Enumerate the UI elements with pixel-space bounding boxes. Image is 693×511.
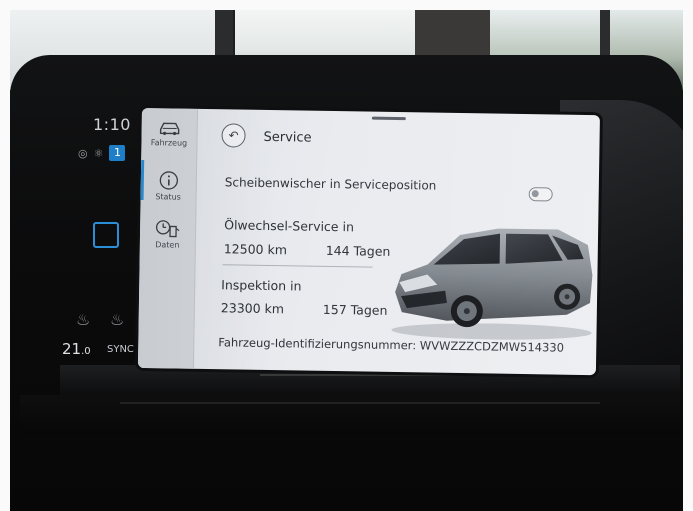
climate-strip: 1:10 ◎ ⚛ 1 ♨ ♨ 21.0 SYNC [60, 112, 145, 367]
page-title: Service [263, 129, 312, 146]
back-button[interactable]: ↶ [221, 123, 246, 148]
wiper-service-toggle[interactable] [528, 187, 553, 202]
sidebar-item-label: Daten [155, 240, 180, 250]
clock: 1:10 [93, 115, 131, 134]
passenger-airbag-icon: ⚛ [93, 146, 104, 160]
sidebar-item-fahrzeug[interactable]: Fahrzeug [141, 120, 196, 148]
temperature-decimal: .0 [81, 346, 91, 357]
car-icon [159, 122, 179, 136]
fuel-data-icon [155, 220, 179, 238]
trim-reflection [120, 402, 600, 404]
location-icon: ◎ [78, 146, 88, 160]
car-image [391, 228, 593, 340]
sidebar: Fahrzeug Status Daten [137, 108, 198, 369]
infotainment-screen: Fahrzeug Status Daten ↶ Service Scheiben… [137, 108, 600, 376]
sidebar-item-label: Status [155, 192, 181, 202]
sidebar-item-label: Fahrzeug [150, 138, 188, 148]
climate-square-button[interactable] [93, 222, 119, 248]
back-arrow-icon: ↶ [228, 128, 239, 143]
inspection-label: Inspektion in [221, 277, 302, 294]
wiper-service-label: Scheibenwischer in Serviceposition [224, 175, 437, 193]
sidebar-item-status[interactable]: Status [141, 170, 196, 202]
temperature-display[interactable]: 21.0 [62, 340, 91, 358]
sidebar-item-daten[interactable]: Daten [140, 218, 195, 250]
oil-service-label: Ölwechsel-Service in [224, 217, 355, 235]
inspection-days: 157 Tagen [322, 301, 388, 318]
oil-service-days: 144 Tagen [325, 242, 391, 259]
photo-scene: 1:10 ◎ ⚛ 1 ♨ ♨ 21.0 SYNC Fahrzeug Status… [0, 0, 693, 511]
dashboard-lower-trim [20, 395, 680, 435]
oil-service-km: 12500 km [223, 241, 288, 258]
sync-button[interactable]: SYNC [107, 344, 134, 355]
notification-badge[interactable]: 1 [109, 145, 126, 161]
seat-heating-icon[interactable]: ♨ [76, 310, 90, 329]
inspection-km: 23300 km [220, 300, 285, 317]
status-row: ◎ ⚛ 1 [78, 145, 126, 161]
temperature-value: 21 [62, 340, 82, 358]
drag-handle[interactable] [371, 116, 406, 121]
info-icon [159, 171, 178, 190]
seat-ventilation-icon[interactable]: ♨ [110, 310, 124, 329]
section-divider [222, 264, 373, 268]
